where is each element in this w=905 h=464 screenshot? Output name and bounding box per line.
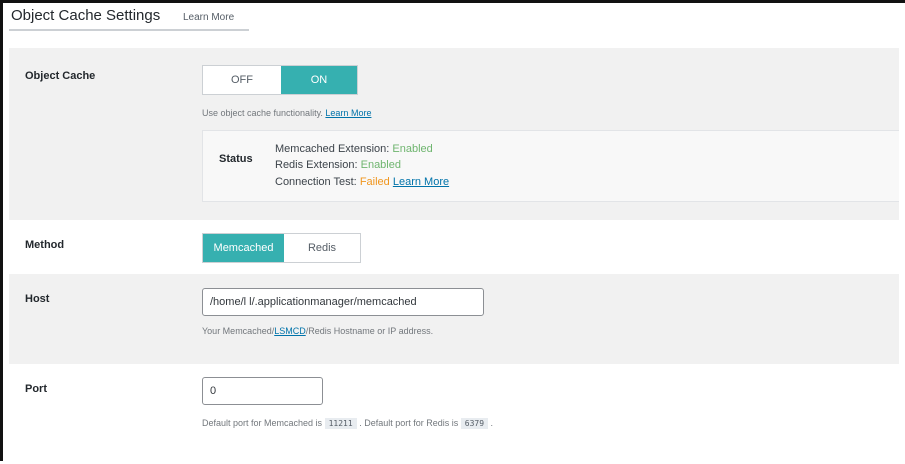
host-help-prefix: Your Memcached/ xyxy=(202,326,275,336)
host-label: Host xyxy=(25,293,50,305)
redis-extension-value: Enabled xyxy=(360,159,401,171)
object-cache-toggle[interactable]: OFF ON xyxy=(202,65,358,95)
port-input[interactable]: 0 xyxy=(202,377,323,405)
section-header: Object Cache Settings Learn More xyxy=(9,5,249,31)
connection-test-status: Connection Test: Failed Learn More xyxy=(275,176,449,188)
method-option-memcached[interactable]: Memcached xyxy=(203,234,284,262)
toggle-on-option[interactable]: ON xyxy=(281,66,357,94)
host-help-suffix: /Redis Hostname or IP address. xyxy=(305,326,434,336)
port-help-part3: . xyxy=(490,418,494,428)
port-help-part1: Default port for Memcached is xyxy=(202,418,323,428)
redis-extension-label: Redis Extension: xyxy=(275,159,358,171)
object-cache-learn-more-link[interactable]: Learn More xyxy=(325,108,371,118)
settings-panel: Object Cache Settings Learn More Object … xyxy=(0,0,905,461)
method-row: Method Memcached Redis xyxy=(9,220,899,274)
connection-test-learn-more-link[interactable]: Learn More xyxy=(393,176,449,188)
memcached-extension-value: Enabled xyxy=(392,143,433,155)
port-row: Port 0 Default port for Memcached is 112… xyxy=(9,364,899,464)
memcached-default-port: 11211 xyxy=(324,418,357,429)
connection-test-value: Failed xyxy=(359,176,390,188)
memcached-extension-status: Memcached Extension: Enabled xyxy=(275,143,433,155)
header-learn-more-link[interactable]: Learn More xyxy=(183,12,234,23)
page-title: Object Cache Settings xyxy=(11,7,161,24)
memcached-extension-label: Memcached Extension: xyxy=(275,143,390,155)
redis-default-port: 6379 xyxy=(460,418,489,429)
host-help: Your Memcached/LSMCD/Redis Hostname or I… xyxy=(202,326,433,336)
object-cache-help: Use object cache functionality. Learn Mo… xyxy=(202,108,371,118)
object-cache-help-text: Use object cache functionality. xyxy=(202,108,323,118)
host-input[interactable]: /home/l l/.applicationmanager/memcached xyxy=(202,288,484,316)
port-help: Default port for Memcached is 11211 . De… xyxy=(202,418,494,429)
method-label: Method xyxy=(25,239,65,251)
object-cache-label: Object Cache xyxy=(25,70,96,82)
port-help-part2: . Default port for Redis is xyxy=(359,418,459,428)
status-label: Status xyxy=(219,153,253,165)
redis-extension-status: Redis Extension: Enabled xyxy=(275,159,401,171)
toggle-off-option[interactable]: OFF xyxy=(203,66,281,94)
host-row: Host /home/l l/.applicationmanager/memca… xyxy=(9,274,899,364)
status-box: Status Memcached Extension: Enabled Redi… xyxy=(202,130,899,202)
method-selector[interactable]: Memcached Redis xyxy=(202,233,361,263)
method-option-redis[interactable]: Redis xyxy=(284,234,360,262)
object-cache-row: Object Cache OFF ON Use object cache fun… xyxy=(9,48,899,220)
port-label: Port xyxy=(25,383,47,395)
connection-test-label: Connection Test: xyxy=(275,176,357,188)
lsmcd-link[interactable]: LSMCD xyxy=(274,326,306,336)
